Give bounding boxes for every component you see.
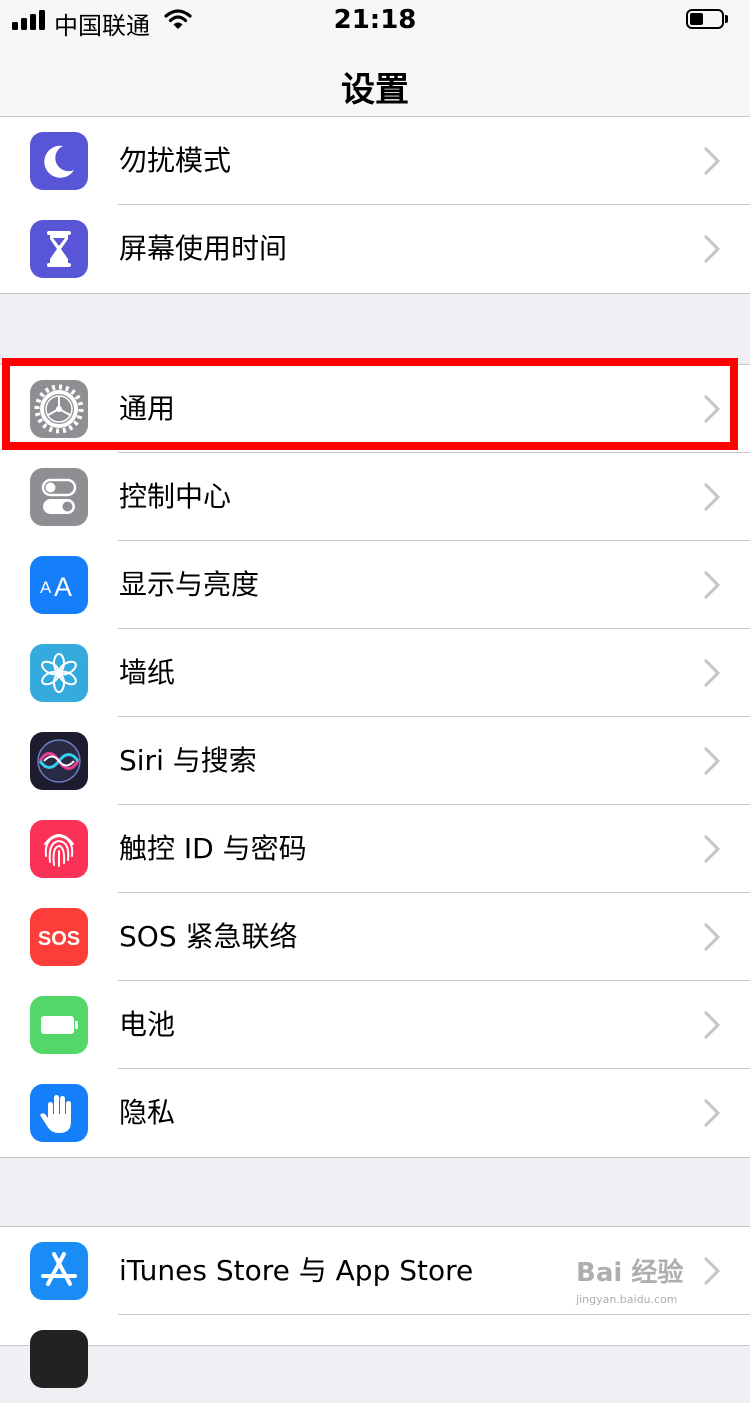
moon-icon [30,132,88,190]
battery-icon [30,996,88,1054]
navigation-bar: 设置 [0,40,750,128]
settings-row-label: 控制中心 [119,480,232,513]
status-time: 21:18 [333,5,417,35]
settings-row-next-partial[interactable] [0,1315,750,1403]
chevron-right-icon [704,1011,720,1039]
svg-text:A: A [40,578,52,597]
status-bar: 中国联通 21:18 [0,0,750,40]
settings-group-focus: 勿扰模式 屏幕使用时间 [0,116,750,294]
settings-row-label: 显示与亮度 [119,568,260,601]
app-icon [30,1330,88,1388]
fingerprint-icon [30,820,88,878]
settings-row-do-not-disturb[interactable]: 勿扰模式 [0,117,750,205]
svg-text:A: A [54,572,72,602]
chevron-right-icon [704,923,720,951]
settings-row-label: Siri 与搜索 [119,744,257,777]
settings-row-display-brightness[interactable]: A A 显示与亮度 [0,541,750,629]
text-size-icon: A A [30,556,88,614]
highlight-box [2,358,738,450]
toggles-icon [30,468,88,526]
chevron-right-icon [704,659,720,687]
siri-icon [30,732,88,790]
settings-row-label: 墙纸 [119,656,176,689]
battery-level-icon [686,9,730,31]
app-store-icon [30,1242,88,1300]
settings-row-privacy[interactable]: 隐私 [0,1069,750,1157]
page-title: 设置 [341,70,409,110]
settings-row-label: 勿扰模式 [119,144,232,177]
chevron-right-icon [704,835,720,863]
settings-row-emergency-sos[interactable]: SOS SOS 紧急联络 [0,893,750,981]
chevron-right-icon [704,747,720,775]
settings-row-battery[interactable]: 电池 [0,981,750,1069]
settings-row-wallpaper[interactable]: 墙纸 [0,629,750,717]
flower-icon [30,644,88,702]
settings-row-touch-id-passcode[interactable]: 触控 ID 与密码 [0,805,750,893]
hourglass-icon [30,220,88,278]
chevron-right-icon [704,1099,720,1127]
hand-icon [30,1084,88,1142]
settings-row-label: 隐私 [119,1096,176,1129]
chevron-right-icon [704,235,720,263]
sos-icon: SOS [30,908,88,966]
settings-row-label: SOS 紧急联络 [119,920,298,953]
chevron-right-icon [704,1257,720,1285]
settings-row-label: 屏幕使用时间 [119,232,288,265]
settings-group-general: 通用 控制中心 A A 显示与亮度 墙纸 Siri 与搜索 触控 ID 与密码 … [0,364,750,1158]
chevron-right-icon [704,571,720,599]
watermark: Bai 经验 jingyan.baidu.com [576,1258,684,1306]
settings-row-screen-time[interactable]: 屏幕使用时间 [0,205,750,293]
settings-row-label: 触控 ID 与密码 [119,832,307,865]
chevron-right-icon [704,483,720,511]
settings-row-label: 电池 [119,1008,176,1041]
svg-text:SOS: SOS [38,928,80,950]
settings-row-label: iTunes Store 与 App Store [119,1254,474,1287]
chevron-right-icon [704,147,720,175]
settings-row-siri-search[interactable]: Siri 与搜索 [0,717,750,805]
settings-row-control-center[interactable]: 控制中心 [0,453,750,541]
